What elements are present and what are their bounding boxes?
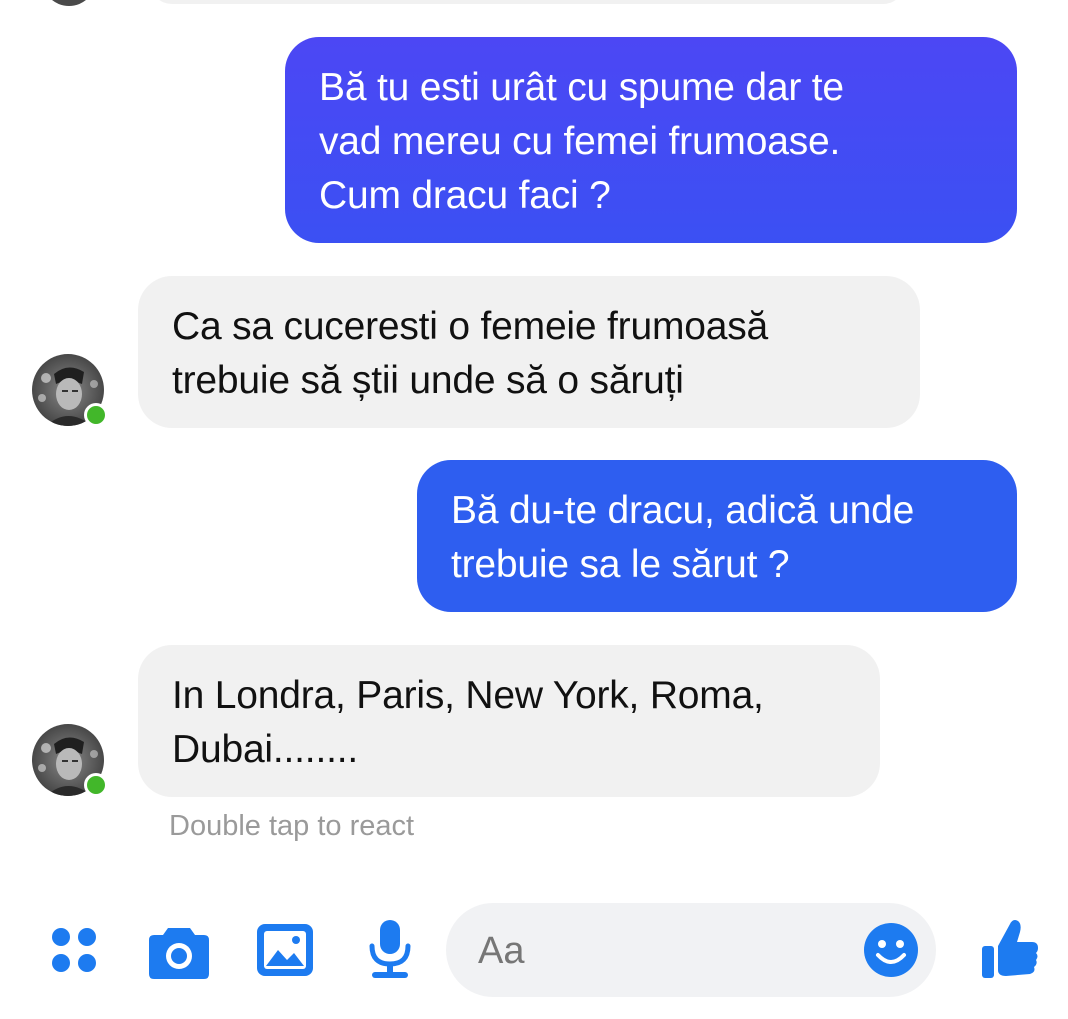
outgoing-message-bubble[interactable]: Bă du-te dracu, adică unde trebuie sa le…: [417, 460, 1017, 612]
message-text-line: trebuie sa le sărut ?: [451, 543, 790, 586]
emoji-icon[interactable]: [862, 921, 920, 979]
messenger-conversation: Bă tu esti urât cu spume dar te vad mere…: [0, 0, 1068, 1019]
message-text-line: vad mereu cu femei frumoase.: [319, 120, 841, 163]
thumbs-up-icon[interactable]: [980, 916, 1040, 980]
message-text-line: Dubai........: [172, 728, 358, 771]
previous-message-bubble[interactable]: [150, 0, 905, 4]
incoming-message-bubble[interactable]: Ca sa cuceresti o femeie frumoasă trebui…: [138, 276, 920, 428]
image-icon[interactable]: [256, 922, 314, 978]
message-input[interactable]: [476, 921, 850, 981]
message-text-line: In Londra, Paris, New York, Roma,: [172, 674, 764, 717]
contact-avatar[interactable]: [32, 724, 108, 797]
message-text-line: Bă du-te dracu, adică unde: [451, 489, 915, 532]
microphone-icon[interactable]: [364, 918, 416, 980]
contact-avatar[interactable]: [32, 354, 108, 427]
incoming-message-bubble[interactable]: In Londra, Paris, New York, Roma, Dubai.…: [138, 645, 880, 797]
message-text-line: Bă tu esti urât cu spume dar te: [319, 66, 844, 109]
previous-avatar: [42, 0, 96, 6]
reaction-hint: Double tap to react: [169, 810, 415, 842]
online-status-indicator: [84, 403, 108, 427]
apps-icon[interactable]: [50, 924, 98, 976]
camera-icon[interactable]: [148, 922, 210, 980]
message-text-line: Ca sa cuceresti o femeie frumoasă: [172, 305, 768, 348]
message-composer[interactable]: [446, 903, 936, 997]
message-text-line: Cum dracu faci ?: [319, 174, 611, 217]
online-status-indicator: [84, 773, 108, 797]
message-text-line: trebuie să știi unde să o săruți: [172, 359, 684, 402]
outgoing-message-bubble[interactable]: Bă tu esti urât cu spume dar te vad mere…: [285, 37, 1017, 243]
